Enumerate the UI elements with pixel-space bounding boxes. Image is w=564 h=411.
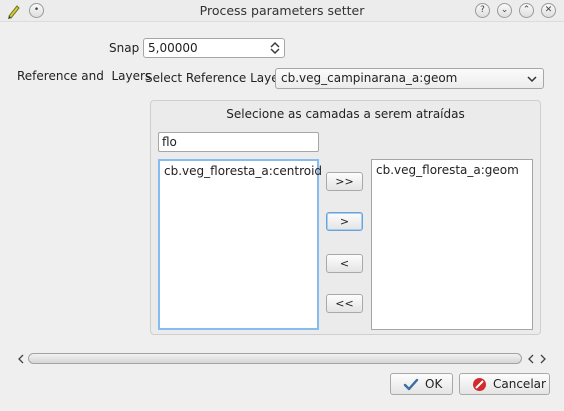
remove-button[interactable]: <	[326, 254, 363, 273]
select-reference-label: Select Reference Layer	[145, 71, 284, 85]
scroll-right-icon[interactable]	[539, 354, 547, 364]
ok-label: OK	[425, 377, 443, 391]
cancel-button[interactable]: Cancelar	[459, 373, 550, 395]
minimize-button[interactable]: ⌄	[497, 3, 512, 18]
layers-group-title: Selecione as camadas a serem atraídas	[226, 107, 465, 121]
snap-spinbox[interactable]: 5,00000	[143, 38, 285, 58]
list-item[interactable]: cb.veg_floresta_a:centroid	[164, 164, 322, 178]
selected-layers-list[interactable]: cb.veg_floresta_a:geom	[371, 159, 533, 330]
layer-filter-input[interactable]: flo	[158, 132, 319, 152]
list-item[interactable]: cb.veg_floresta_a:geom	[376, 163, 519, 177]
remove-all-button[interactable]: <<	[326, 294, 363, 313]
snap-value: 5,00000	[148, 41, 198, 55]
reference-layers-label: Reference and Layers	[17, 69, 152, 83]
scroll-left-icon[interactable]	[17, 354, 25, 364]
cancel-icon	[473, 378, 486, 391]
cancel-label: Cancelar	[493, 377, 546, 391]
close-button[interactable]: ✕	[541, 3, 556, 18]
maximize-button[interactable]: ⌃	[519, 3, 534, 18]
snap-label: Snap	[109, 41, 140, 55]
check-icon	[403, 378, 419, 391]
ok-button[interactable]: OK	[390, 373, 453, 395]
reference-layer-combo[interactable]: cb.veg_campinarana_a:geom	[275, 68, 544, 89]
spin-arrows-icon[interactable]	[270, 41, 280, 55]
scroll-left-icon[interactable]	[527, 354, 535, 364]
add-all-button[interactable]: >>	[326, 172, 363, 191]
horizontal-scrollbar[interactable]	[28, 353, 522, 364]
available-layers-list[interactable]: cb.veg_floresta_a:centroid	[158, 159, 322, 330]
add-button[interactable]: >	[326, 212, 363, 231]
help-button[interactable]: ?	[475, 3, 490, 18]
chevron-down-icon	[527, 76, 537, 83]
reference-layer-value: cb.veg_campinarana_a:geom	[281, 71, 458, 85]
layer-filter-value: flo	[162, 135, 177, 149]
